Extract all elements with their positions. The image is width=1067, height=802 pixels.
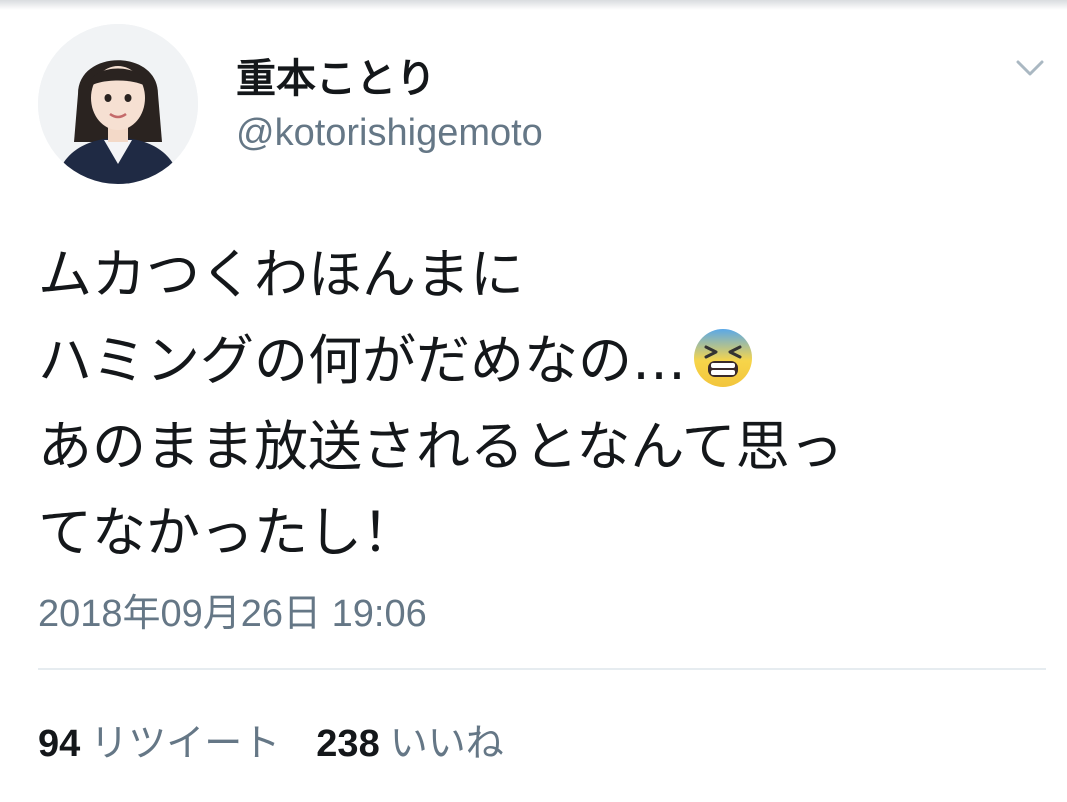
chevron-down-icon[interactable] (1010, 48, 1050, 88)
tweet-line: ハミングの何がだめなの… (38, 329, 686, 392)
likes-label: いいね (389, 721, 504, 765)
avatar[interactable] (38, 24, 198, 184)
avatar-image (38, 24, 198, 184)
likes-count: 238 (316, 723, 380, 765)
tweet-text: ムカつくわほんまに ハミングの何がだめなの… あのまま放送されるとなんて思っ て… (38, 232, 1038, 576)
retweets-count: 94 (38, 723, 81, 765)
display-name[interactable]: 重本ことり (236, 46, 436, 104)
retweets-stat[interactable]: 94 リツイート (38, 712, 280, 767)
tweet-line: あのまま放送されるとなんて思っ (38, 415, 844, 478)
tweet-line: ムカつくわほんまに (38, 243, 524, 306)
tired-face-emoji-icon (692, 327, 754, 389)
tweet-line: てなかったし！ (38, 501, 416, 564)
likes-stat[interactable]: 238 いいね (316, 712, 503, 767)
divider (38, 668, 1046, 670)
tweet-line-with-emoji: ハミングの何がだめなの… (38, 318, 1038, 404)
top-edge-shadow (0, 0, 1067, 10)
tweet-timestamp[interactable]: 2018年09月26日 19:06 (38, 582, 427, 637)
retweets-label: リツイート (90, 721, 281, 765)
tweet-stats: 94 リツイート 238 いいね (38, 712, 504, 767)
user-handle[interactable]: @kotorishigemoto (236, 112, 543, 155)
